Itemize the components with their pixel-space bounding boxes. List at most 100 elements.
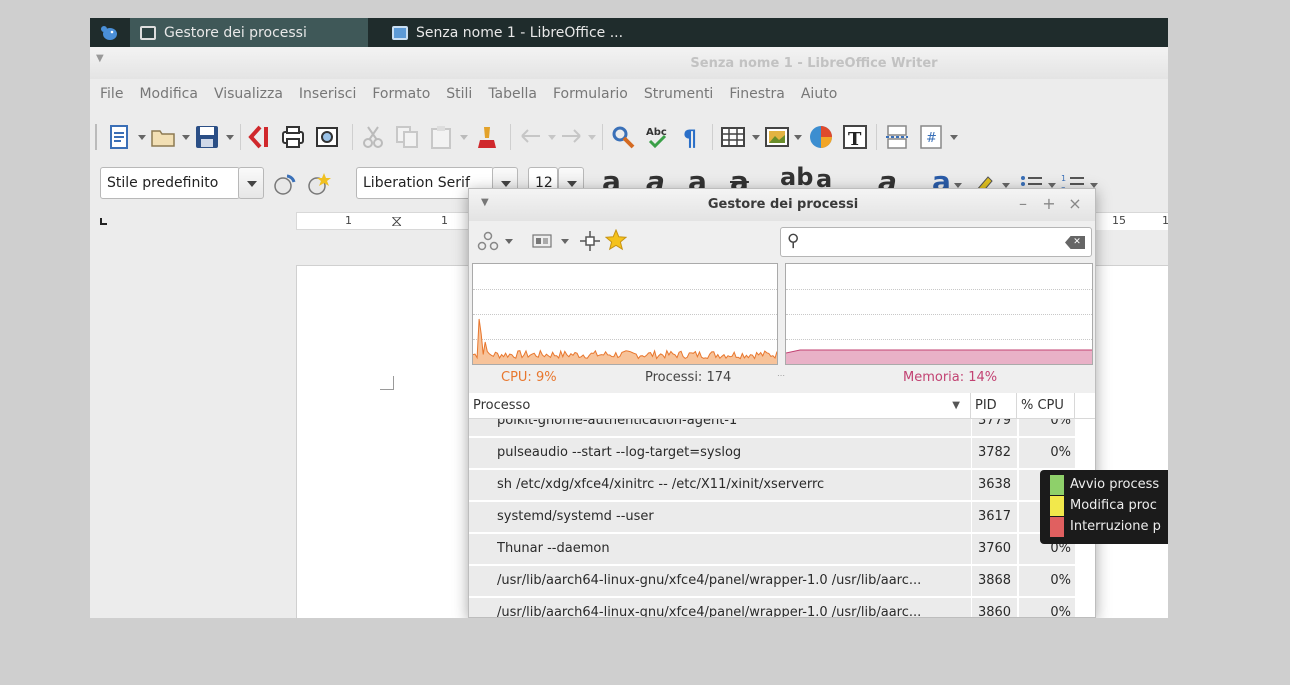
xfce-mouse-icon (101, 25, 117, 40)
table-row[interactable]: Thunar --daemon 3760 0% (469, 534, 1095, 564)
document-page-right[interactable] (1096, 265, 1168, 618)
process-pid: 3638 (971, 470, 1017, 500)
clear-search-icon[interactable]: ✕ (1065, 236, 1085, 249)
ruler-indent-marker-icon[interactable]: ⧖ (391, 211, 402, 231)
redo-dropdown-icon[interactable] (588, 135, 596, 140)
open-folder-icon[interactable] (150, 124, 176, 150)
tab-stop-selector[interactable] (100, 218, 107, 225)
copy-icon[interactable] (394, 124, 420, 150)
insert-textbox-icon[interactable]: T (842, 124, 868, 150)
close-icon[interactable]: × (1065, 194, 1085, 214)
open-dropdown-icon[interactable] (182, 135, 190, 140)
menu-aiuto[interactable]: Aiuto (793, 81, 845, 107)
menu-formato[interactable]: Formato (364, 81, 438, 107)
table-row[interactable]: pulseaudio --start --log-target=syslog 3… (469, 438, 1095, 468)
insert-chart-icon[interactable] (808, 124, 834, 150)
spelling-icon[interactable]: Abc (644, 124, 670, 150)
process-name: /usr/lib/aarch64-linux-gnu/xfce4/panel/w… (497, 598, 967, 617)
save-dropdown-icon[interactable] (226, 135, 234, 140)
process-table: Processo ▼ PID % CPU polkit-gnome-authen… (469, 393, 1095, 617)
table-row[interactable]: /usr/lib/aarch64-linux-gnu/xfce4/panel/w… (469, 566, 1095, 596)
toolbar-separator (712, 124, 713, 150)
print-icon[interactable] (280, 124, 306, 150)
insert-table-icon[interactable] (720, 124, 746, 150)
table-row[interactable]: /usr/lib/aarch64-linux-gnu/xfce4/panel/w… (469, 598, 1095, 617)
menu-stili[interactable]: Stili (438, 81, 480, 107)
paragraph-style-box[interactable]: Stile predefinito (100, 167, 240, 199)
menu-modifica[interactable]: Modifica (131, 81, 206, 107)
menu-formulario[interactable]: Formulario (545, 81, 636, 107)
process-table-body: polkit-gnome-authentication-agent-1 3779… (469, 419, 1095, 617)
maximize-icon[interactable]: + (1039, 194, 1059, 214)
pane-resize-handle[interactable]: ⋯ (777, 371, 785, 380)
view-dropdown-icon[interactable] (505, 239, 513, 244)
undo-icon[interactable] (518, 124, 544, 150)
text-boundary-corner (380, 376, 394, 390)
menu-inserisci[interactable]: Inserisci (291, 81, 364, 107)
minimize-icon[interactable]: – (1013, 194, 1033, 214)
process-table-header: Processo ▼ PID % CPU (469, 393, 1095, 419)
horizontal-ruler-right[interactable]: 15 1 (1096, 212, 1168, 230)
field-dropdown-icon[interactable] (950, 135, 958, 140)
process-cpu: 0% (1019, 598, 1075, 617)
table-row[interactable]: systemd/systemd --user 3617 0% (469, 502, 1095, 532)
menu-file[interactable]: File (90, 81, 131, 107)
paste-icon[interactable] (428, 124, 454, 150)
new-style-icon[interactable] (306, 171, 332, 197)
taskbar-item-task-manager[interactable]: Gestore dei processi (130, 18, 368, 47)
memory-graph (785, 263, 1093, 365)
columns-dropdown-icon[interactable] (561, 239, 569, 244)
columns-icon[interactable] (531, 231, 553, 251)
search-input[interactable]: ⚲ ✕ (780, 227, 1092, 257)
favorite-star-icon[interactable] (605, 229, 627, 251)
process-pid: 3782 (971, 438, 1017, 468)
superscript-icon[interactable]: ab (780, 163, 813, 191)
task-manager-icon (140, 25, 156, 40)
formatting-marks-icon[interactable]: ¶ (678, 124, 704, 150)
taskbar: Gestore dei processi Senza nome 1 - Libr… (90, 18, 1168, 47)
new-document-icon[interactable] (106, 124, 132, 150)
insert-page-break-icon[interactable] (884, 124, 910, 150)
print-preview-icon[interactable] (314, 124, 340, 150)
toolbar-separator (876, 124, 877, 150)
process-tree-icon[interactable] (477, 231, 499, 251)
redo-icon[interactable] (558, 124, 584, 150)
process-name: pulseaudio --start --log-target=syslog (497, 438, 967, 468)
task-manager-toolbar: ⚲ ✕ (469, 225, 1095, 257)
insert-field-icon[interactable]: # (918, 124, 944, 150)
whisker-menu-button[interactable] (90, 18, 128, 47)
update-style-icon[interactable] (272, 171, 298, 197)
sort-descending-icon: ▼ (952, 400, 960, 411)
find-replace-icon[interactable] (610, 124, 636, 150)
horizontal-ruler[interactable]: 1 ⧖ 1 (296, 211, 471, 231)
cut-icon[interactable] (360, 124, 386, 150)
undo-dropdown-icon[interactable] (548, 135, 556, 140)
paste-dropdown-icon[interactable] (460, 135, 468, 140)
column-header-pid[interactable]: PID (971, 393, 1017, 419)
table-row[interactable]: sh /etc/xdg/xfce4/xinitrc -- /etc/X11/xi… (469, 470, 1095, 500)
menu-strumenti[interactable]: Strumenti (636, 81, 722, 107)
task-manager-window: ▼ Gestore dei processi – + × ⚲ ✕ CPU: 9%… (468, 188, 1096, 618)
insert-image-icon[interactable] (764, 124, 790, 150)
save-icon[interactable] (194, 124, 220, 150)
new-dropdown-icon[interactable] (138, 135, 146, 140)
column-header-cpu[interactable]: % CPU (1017, 393, 1075, 419)
export-pdf-icon[interactable] (246, 124, 272, 150)
svg-text:#: # (926, 131, 937, 146)
toolbar-grip[interactable] (95, 124, 97, 150)
column-header-process[interactable]: Processo ▼ (469, 393, 971, 419)
taskbar-item-writer[interactable]: Senza nome 1 - LibreOffice ... (382, 18, 742, 47)
image-dropdown-icon[interactable] (794, 135, 802, 140)
ruler-tick: 1 (345, 214, 352, 227)
menu-tabella[interactable]: Tabella (480, 81, 545, 107)
table-dropdown-icon[interactable] (752, 135, 760, 140)
menu-finestra[interactable]: Finestra (721, 81, 793, 107)
cpu-area (473, 319, 777, 364)
menu-visualizza[interactable]: Visualizza (206, 81, 291, 107)
task-manager-titlebar[interactable]: ▼ Gestore dei processi – + × (469, 189, 1095, 221)
writer-menubar: File Modifica Visualizza Inserisci Forma… (90, 81, 1168, 107)
select-window-icon[interactable] (579, 230, 601, 252)
table-row[interactable]: polkit-gnome-authentication-agent-1 3779… (469, 419, 1095, 436)
paragraph-style-dropdown[interactable] (238, 167, 264, 199)
clone-formatting-icon[interactable] (474, 124, 500, 150)
